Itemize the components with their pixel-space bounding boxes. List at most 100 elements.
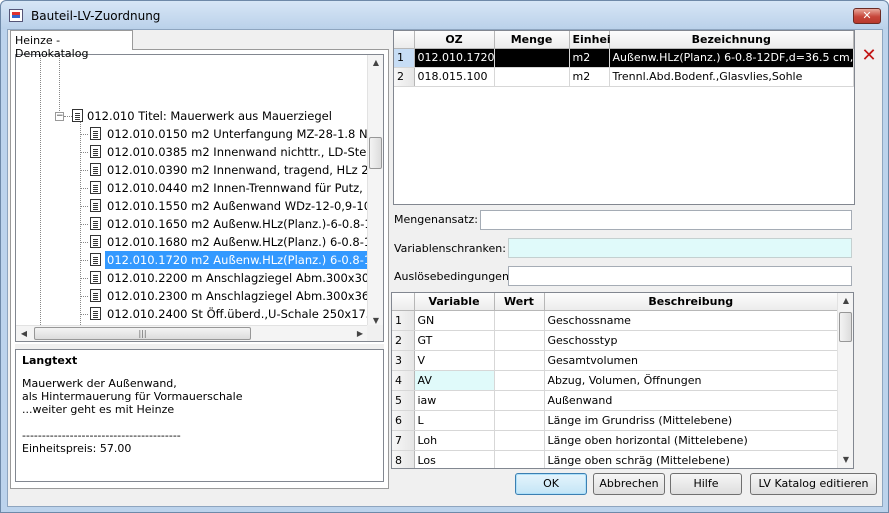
positions-grid[interactable]: OZ Menge Einhei Bezeichnung 1 012.010.172… [393,30,855,205]
document-icon [72,109,83,122]
cancel-button[interactable]: Abbrechen [593,473,665,495]
scroll-thumb[interactable] [839,312,852,342]
ausloesebedingungen-input[interactable] [508,266,852,286]
variable-row[interactable]: 8 Los Länge oben schräg (Mittelebene) [392,450,838,468]
scroll-down-icon[interactable]: ▼ [838,452,853,468]
cell-variable[interactable]: Los [414,450,495,468]
tree-item[interactable]: 012.010.1720 m2 Außenw.HLz(Planz.) 6-0.8… [16,251,368,269]
tree-item[interactable]: 012.010.0385 m2 Innenwand nichttr., LD-S… [16,143,368,161]
cell-variable[interactable]: L [414,410,495,431]
cell-oz[interactable]: 018.015.100 [414,67,495,87]
tree-line [80,296,88,297]
catalog-tree[interactable]: − 012.010 Titel: Mauerwerk aus Mauerzieg… [15,54,384,342]
tree-item[interactable]: 012.010.0150 m2 Unterfangung MZ-28-1.8 N… [16,125,368,143]
cell-beschreibung[interactable]: Außenwand [544,390,838,411]
delete-icon[interactable]: ✕ [860,47,878,66]
tree-item[interactable]: 012.010.1550 m2 Außenwand WDz-12-0,9-10D… [16,197,368,215]
tree-vertical-scrollbar[interactable]: ▲ ▼ [367,55,383,329]
cell-wert[interactable] [494,310,545,331]
scroll-up-icon[interactable]: ▲ [368,55,383,71]
tree-item[interactable]: 012.010.2300 m Anschlagziegel Abm.300x36… [16,287,368,305]
col-header-variable[interactable]: Variable [414,293,495,311]
variables-vertical-scrollbar[interactable]: ▲ ▼ [837,293,853,468]
col-header-wert[interactable]: Wert [494,293,545,311]
variablenschranken-input[interactable] [508,238,852,258]
cell-variable[interactable]: iaw [414,390,495,411]
variable-row[interactable]: 4 AV Abzug, Volumen, Öffnungen [392,370,838,391]
cell-wert[interactable] [494,390,545,411]
edit-catalog-button[interactable]: LV Katalog editieren [750,473,877,495]
scroll-left-icon[interactable]: ◀ [16,326,32,341]
tree-item-label: 012.010.2400 St Öff.überd.,U-Schale 250x… [107,307,368,321]
help-button[interactable]: Hilfe [670,473,742,495]
row-number: 1 [394,48,415,68]
position-row[interactable]: 1 012.010.1720 m2 Außenw.HLz(Planz.) 6-0.8-… [394,48,854,68]
cell-wert[interactable] [494,410,545,431]
cell-variable[interactable]: Loh [414,430,495,451]
langtext-line [22,416,377,429]
col-header-beschreibung[interactable]: Beschreibung [544,293,838,311]
cell-einheit[interactable]: m2 [569,67,610,87]
document-icon [90,235,101,248]
tree-item[interactable]: 012.010.1650 m2 Außenw.HLz(Planz.)-6-0.8… [16,215,368,233]
variable-row[interactable]: 7 Loh Länge oben horizontal (Mittelebene) [392,430,838,451]
cell-variable[interactable]: V [414,350,495,371]
cell-wert[interactable] [494,370,545,391]
tree-item[interactable]: 012.010.2400 St Öff.überd.,U-Schale 250x… [16,305,368,323]
ok-button[interactable]: OK [515,473,587,495]
cell-menge[interactable] [494,67,570,87]
cell-beschreibung[interactable]: Abzug, Volumen, Öffnungen [544,370,838,391]
tree-item-label: 012.010.1680 m2 Außenw.HLz(Planz.) 6-0.8… [107,235,368,249]
cell-beschreibung[interactable]: Gesamtvolumen [544,350,838,371]
tree-item[interactable]: 012.010.1680 m2 Außenw.HLz(Planz.) 6-0.8… [16,233,368,251]
scroll-thumb[interactable]: ||| [34,327,251,340]
cell-beschreibung[interactable]: Geschosstyp [544,330,838,351]
cell-beschreibung[interactable]: Geschossname [544,310,838,331]
cell-oz[interactable]: 012.010.1720 [414,48,495,68]
cell-einheit[interactable]: m2 [569,48,610,68]
cell-variable[interactable]: GT [414,330,495,351]
scroll-thumb[interactable] [369,137,382,169]
col-header-bezeichnung[interactable]: Bezeichnung [609,31,854,49]
cell-bezeichnung[interactable]: Außenw.HLz(Planz.) 6-0.8-12DF,d=36.5 cm,… [609,48,854,68]
position-row[interactable]: 2 018.015.100 m2 Trennl.Abd.Bodenf.,Glasvli… [394,67,854,87]
cell-wert[interactable] [494,430,545,451]
variable-row[interactable]: 2 GT Geschosstyp [392,330,838,351]
tree-horizontal-scrollbar[interactable]: ◀ ||| ▶ [16,325,368,341]
cell-variable[interactable]: AV [414,370,495,391]
tab-heinze-demokatalog[interactable]: Heinze - Demokatalog [10,30,133,60]
app-icon [9,9,23,22]
row-header-corner [394,31,415,49]
cell-wert[interactable] [494,350,545,371]
document-icon [90,289,101,302]
variables-grid[interactable]: Variable Wert Beschreibung 1 GN Geschossna… [391,292,854,469]
ausloesebedingungen-label: Auslösebedingungen: [394,270,513,283]
scroll-right-icon[interactable]: ▶ [352,326,368,341]
cell-beschreibung[interactable]: Länge im Grundriss (Mittelebene) [544,410,838,431]
variable-row[interactable]: 3 V Gesamtvolumen [392,350,838,371]
col-header-einheit[interactable]: Einhei [569,31,611,49]
tree-item-title[interactable]: 012.010 Titel: Mauerwerk aus Mauerziegel [16,107,368,125]
col-header-oz[interactable]: OZ [414,31,495,49]
tree-item[interactable]: 012.010.2200 m Anschlagziegel Abm.300x30… [16,269,368,287]
cell-bezeichnung[interactable]: Trennl.Abd.Bodenf.,Glasvlies,Sohle [609,67,854,87]
tree-item[interactable]: 012.010.0390 m2 Innenwand, tragend, HLz … [16,161,368,179]
variable-row[interactable]: 5 iaw Außenwand [392,390,838,411]
cell-beschreibung[interactable]: Länge oben schräg (Mittelebene) [544,450,838,468]
cell-variable[interactable]: GN [414,310,495,331]
variable-row[interactable]: 6 L Länge im Grundriss (Mittelebene) [392,410,838,431]
row-number: 3 [392,350,415,371]
cell-beschreibung[interactable]: Länge oben horizontal (Mittelebene) [544,430,838,451]
cell-wert[interactable] [494,450,545,468]
document-icon [90,253,101,266]
cell-menge[interactable] [494,48,570,68]
cell-wert[interactable] [494,330,545,351]
mengenansatz-input[interactable] [480,210,852,230]
variable-row[interactable]: 1 GN Geschossname [392,310,838,331]
col-header-menge[interactable]: Menge [494,31,570,49]
title-bar[interactable]: Bauteil-LV-Zuordnung ✕ [1,1,888,29]
close-button[interactable]: ✕ [853,8,881,24]
scroll-up-icon[interactable]: ▲ [838,293,853,309]
row-number: 7 [392,430,415,451]
tree-item[interactable]: 012.010.0440 m2 Innen-Trennwand für Putz… [16,179,368,197]
